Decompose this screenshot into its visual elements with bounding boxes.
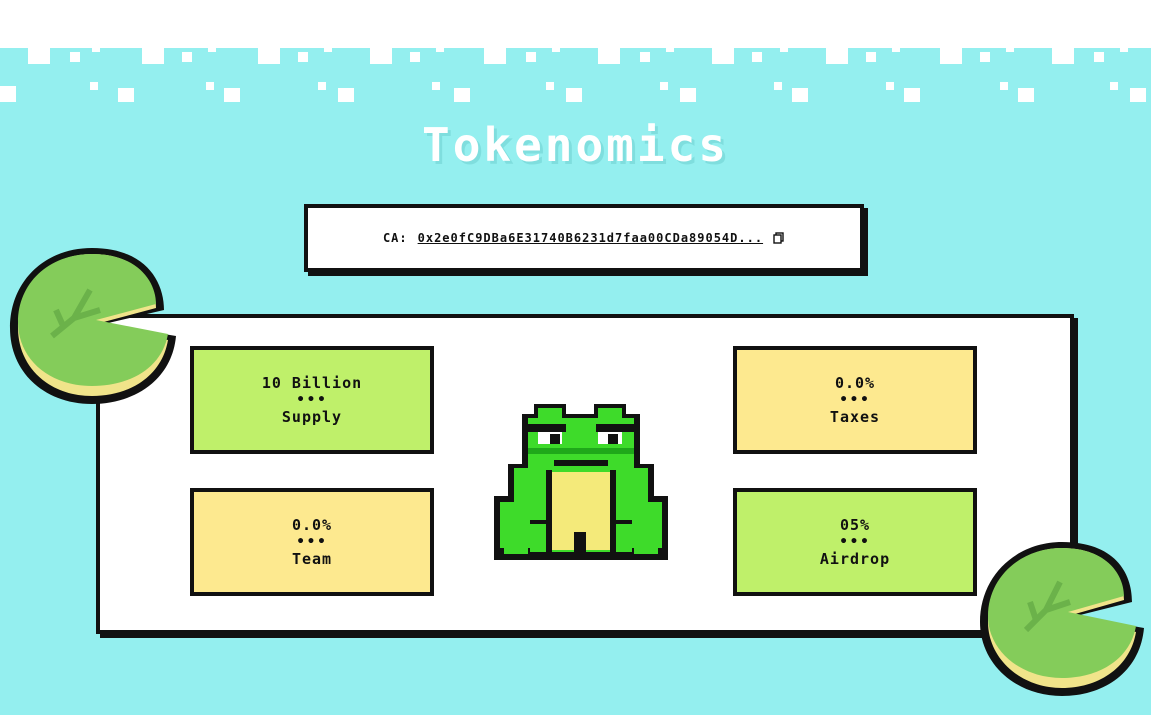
stat-label: Airdrop bbox=[819, 550, 891, 568]
stat-card-team: 0.0% ••• Team bbox=[190, 488, 434, 596]
stat-card-supply: 10 Billion ••• Supply bbox=[190, 346, 434, 454]
stat-value: 0.0% bbox=[291, 516, 333, 534]
lily-pad-icon bbox=[980, 542, 1144, 696]
stat-label: Team bbox=[291, 550, 333, 568]
lily-pad-icon bbox=[10, 248, 176, 404]
stat-separator: ••• bbox=[296, 392, 328, 408]
copy-icon[interactable] bbox=[773, 232, 785, 244]
stat-value: 05% bbox=[839, 516, 871, 534]
stat-value: 0.0% bbox=[834, 374, 876, 392]
stat-separator: ••• bbox=[839, 534, 871, 550]
contract-address-link[interactable]: 0x2e0fC9DBa6E31740B6231d7faa00CDa89054D.… bbox=[418, 231, 763, 245]
stat-label: Taxes bbox=[829, 408, 881, 426]
pixel-border-decoration bbox=[0, 40, 1151, 110]
contract-address-box: CA: 0x2e0fC9DBa6E31740B6231d7faa00CDa890… bbox=[304, 204, 864, 272]
stat-value: 10 Billion bbox=[261, 374, 363, 392]
frog-mascot-icon bbox=[494, 404, 668, 560]
section-title: Tokenomics bbox=[422, 118, 729, 172]
stat-separator: ••• bbox=[296, 534, 328, 550]
contract-address-label: CA: bbox=[382, 231, 408, 245]
stat-card-airdrop: 05% ••• Airdrop bbox=[733, 488, 977, 596]
stat-separator: ••• bbox=[839, 392, 871, 408]
stat-label: Supply bbox=[281, 408, 343, 426]
stat-card-taxes: 0.0% ••• Taxes bbox=[733, 346, 977, 454]
